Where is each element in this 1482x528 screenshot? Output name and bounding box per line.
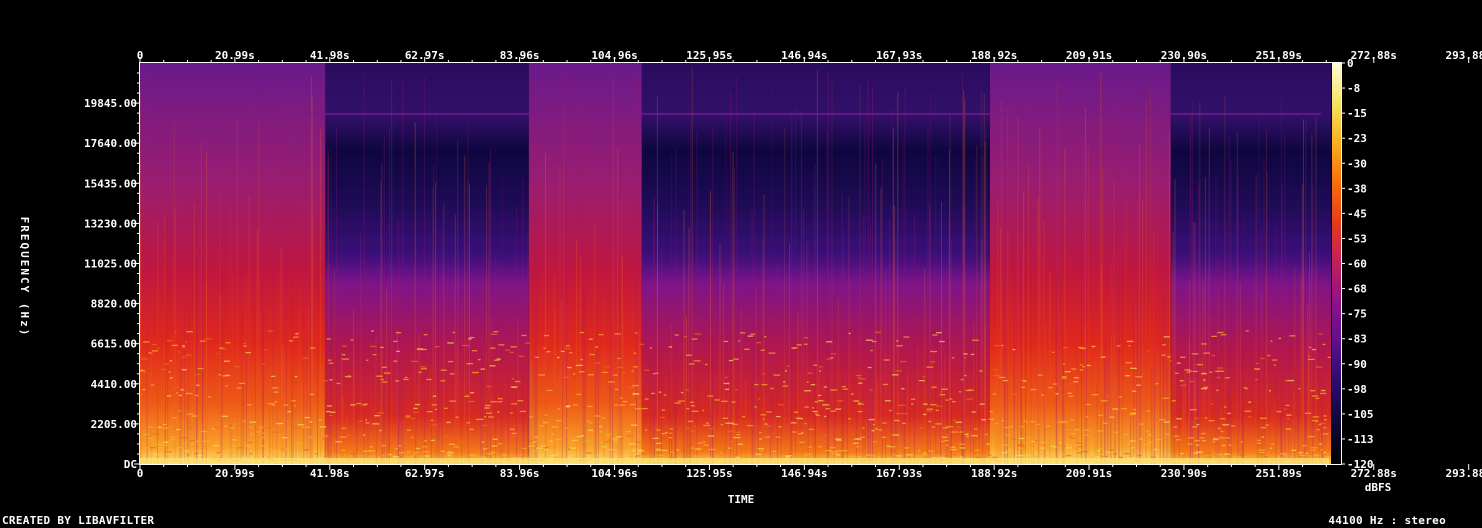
colorbar-tick-label: -75 [1347, 308, 1367, 321]
y-tick-label: 19845.00 [84, 97, 137, 110]
x-tick-label-top: 272.88s [1351, 49, 1397, 62]
x-tick-label-bottom: 83.96s [500, 467, 540, 480]
x-tick-label-top: 83.96s [500, 49, 540, 62]
x-tick-label-top: 188.92s [971, 49, 1017, 62]
x-tick-label-bottom: 188.92s [971, 467, 1017, 480]
y-tick-label: 13230.00 [84, 217, 137, 230]
colorbar: 0 -8 -15 -23 -30 -38 -45 -53 -60 -68 -75 -83 -90 -98 -… [1332, 57, 1374, 471]
colorbar-tick-label: -60 [1347, 258, 1367, 271]
colorbar-tick-label: -83 [1347, 333, 1367, 346]
x-axis-label: TIME [728, 493, 755, 506]
x-tick-label-bottom: 230.90s [1161, 467, 1207, 480]
segment-dim [325, 63, 529, 464]
x-tick-label-bottom: 209.91s [1066, 467, 1112, 480]
x-tick-label-top: 167.93s [876, 49, 922, 62]
x-tick-label-bottom: 125.95s [686, 467, 732, 480]
y-tick-label: 15435.00 [84, 177, 137, 190]
format-text: 44100 Hz : stereo [1328, 514, 1446, 527]
segment-bright [989, 63, 1171, 464]
colorbar-tick-label: -45 [1347, 207, 1367, 220]
x-axis-bottom: 0 20.99s 41.98s 62.97s 83.96s 104.96s 125.95s 1… [137, 464, 1482, 480]
x-tick-label-top: 125.95s [686, 49, 732, 62]
x-tick-label-top: 230.90s [1161, 49, 1207, 62]
x-axis-top: 0 20.99s 41.98s 62.97s 83.96s 104.96s 125.95s 1… [137, 49, 1482, 63]
x-tick-label-bottom: 62.97s [405, 467, 445, 480]
x-tick-label-top: 0 [137, 49, 144, 62]
colorbar-gradient [1332, 63, 1341, 464]
colorbar-tick-label: -90 [1347, 358, 1367, 371]
x-tick-label-top: 41.98s [310, 49, 350, 62]
colorbar-tick-label: -53 [1347, 232, 1367, 245]
x-tick-label-top: 20.99s [215, 49, 255, 62]
x-tick-label-top: 62.97s [405, 49, 445, 62]
colorbar-tick-label: -105 [1347, 408, 1374, 421]
x-tick-label-bottom: 41.98s [310, 467, 350, 480]
credit-text: CREATED BY LIBAVFILTER [2, 514, 155, 527]
y-tick-label: DC [124, 458, 137, 471]
colorbar-tick-label: -8 [1347, 82, 1360, 95]
colorbar-tick-label: 0 [1347, 57, 1354, 70]
x-tick-label-bottom: 146.94s [781, 467, 827, 480]
spectrogram-figure: 0 20.99s 41.98s 62.97s 83.96s 104.96s 125.95s 1… [18, 49, 1482, 506]
colorbar-tick-label: -68 [1347, 283, 1367, 296]
colorbar-tick-label: -98 [1347, 383, 1367, 396]
spectrogram-plot [140, 63, 1341, 465]
x-tick-label-bottom: 293.88s [1446, 467, 1482, 480]
y-tick-label: 6615.00 [91, 338, 137, 351]
x-tick-label-top: 104.96s [591, 49, 637, 62]
x-tick-label-bottom: 20.99s [215, 467, 255, 480]
x-tick-label-bottom: 251.89s [1256, 467, 1302, 480]
x-tick-label-top: 146.94s [781, 49, 827, 62]
x-tick-label-bottom: 0 [137, 467, 144, 480]
colorbar-tick-label: -15 [1347, 107, 1367, 120]
y-tick-label: 17640.00 [84, 137, 137, 150]
colorbar-tick-label: -38 [1347, 182, 1367, 195]
x-tick-label-top: 293.88s [1446, 49, 1482, 62]
colorbar-label: dBFS [1365, 481, 1392, 494]
colorbar-tick-label: -23 [1347, 132, 1367, 145]
colorbar-tick-label: -120 [1347, 458, 1374, 471]
y-tick-label: 8820.00 [91, 298, 137, 311]
x-tick-label-bottom: 167.93s [876, 467, 922, 480]
y-axis-label: FREQUENCY (Hz) [18, 217, 31, 338]
y-tick-label: 11025.00 [84, 258, 137, 271]
x-tick-label-top: 251.89s [1256, 49, 1302, 62]
x-tick-label-top: 209.91s [1066, 49, 1112, 62]
y-tick-label: 4410.00 [91, 378, 137, 391]
y-tick-label: 2205.00 [91, 418, 137, 431]
y-axis: DC 2205.00 4410.00 6615.00 8820.00 11025.00 13… [84, 72, 140, 471]
colorbar-tick-label: -113 [1347, 433, 1374, 446]
x-tick-label-bottom: 104.96s [591, 467, 637, 480]
colorbar-tick-label: -30 [1347, 157, 1367, 170]
